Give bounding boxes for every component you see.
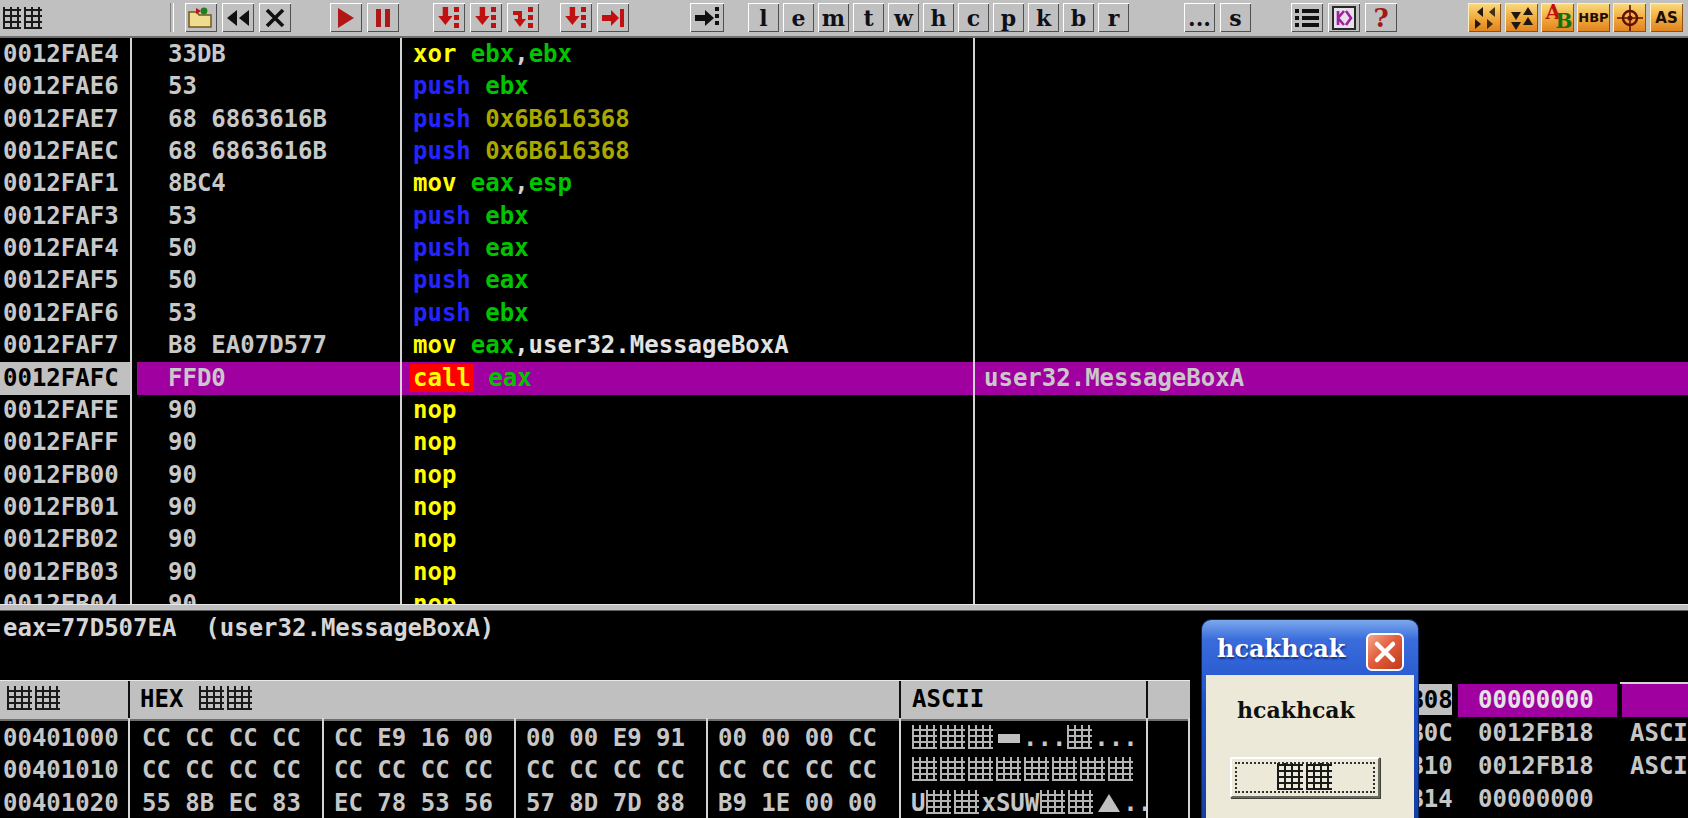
disasm-row[interactable]: 0012FAF353push ebx: [0, 200, 1688, 233]
column-separator[interactable]: [400, 38, 402, 604]
disasm-row[interactable]: 0012FB0490nop: [0, 588, 1688, 604]
jump-arrows-icon[interactable]: [1505, 3, 1538, 32]
disasm-row[interactable]: 0012FB0290nop: [0, 523, 1688, 556]
toolbar-separator: [170, 3, 174, 32]
disasm-row[interactable]: 0012FAF653push ebx: [0, 297, 1688, 330]
disassembly-pane[interactable]: 0012FAE433DBxor ebx,ebx0012FAE653push eb…: [0, 38, 1688, 604]
panel-button-b[interactable]: b: [1063, 3, 1094, 32]
panel-button-k[interactable]: k: [1028, 3, 1059, 32]
disasm-row[interactable]: 0012FAFE90nop: [0, 394, 1688, 427]
disasm-row[interactable]: 0012FB0090nop: [0, 459, 1688, 492]
panel-button-l[interactable]: l: [748, 3, 779, 32]
disasm-row[interactable]: 0012FAFF90nop: [0, 426, 1688, 459]
disasm-row[interactable]: 0012FAE653push ebx: [0, 70, 1688, 103]
open-file-icon[interactable]: [185, 3, 217, 32]
panel-button-s[interactable]: s: [1220, 3, 1251, 32]
panel-button-r[interactable]: r: [1098, 3, 1129, 32]
dialog-message: hcakhcak: [1237, 697, 1355, 723]
pause-icon[interactable]: [367, 3, 399, 32]
disasm-row[interactable]: 0012FAE768 6863616Bpush 0x6B616368: [0, 103, 1688, 136]
stack-top-line: [1620, 682, 1688, 684]
ab-strings-icon[interactable]: AB: [1541, 3, 1574, 32]
trace-into-icon[interactable]: [507, 3, 539, 32]
hbp-icon[interactable]: HBP: [1577, 3, 1610, 32]
panel-button-m[interactable]: m: [818, 3, 849, 32]
pane-splitter[interactable]: [0, 604, 1688, 611]
execute-till-return-icon[interactable]: [597, 3, 629, 32]
step-over-icon[interactable]: [470, 3, 502, 32]
stack-row[interactable]: 0012FB0800000000: [0, 684, 1688, 717]
step-into-icon[interactable]: [433, 3, 465, 32]
close-icon[interactable]: [259, 3, 291, 32]
dialog-body: hcakhcak: [1206, 675, 1414, 818]
disasm-row[interactable]: 0012FAEC68 6863616Bpush 0x6B616368: [0, 135, 1688, 168]
windows-list-icon[interactable]: [1291, 3, 1323, 32]
go-to-icon[interactable]: [690, 3, 724, 32]
run-icon[interactable]: [330, 3, 362, 32]
as-icon[interactable]: AS: [1650, 3, 1683, 32]
disasm-row[interactable]: 0012FAF550push eax: [0, 264, 1688, 297]
patch-icon[interactable]: [1328, 3, 1360, 32]
disasm-row[interactable]: 0012FB0390nop: [0, 556, 1688, 589]
ok-button[interactable]: [1230, 757, 1380, 798]
dialog-title: hcakhcak: [1217, 634, 1345, 663]
breakpoint-target-icon[interactable]: [1613, 3, 1646, 32]
disasm-row[interactable]: 0012FAE433DBxor ebx,ebx: [0, 38, 1688, 71]
panel-button-p[interactable]: p: [993, 3, 1024, 32]
column-separator[interactable]: [973, 38, 975, 604]
focus-rect: [1235, 762, 1375, 793]
disasm-row[interactable]: 0012FAF18BC4mov eax,esp: [0, 167, 1688, 200]
disasm-row[interactable]: 0012FB0190nop: [0, 491, 1688, 524]
close-icon[interactable]: [1366, 633, 1404, 671]
panel-button-e[interactable]: e: [783, 3, 814, 32]
disasm-row[interactable]: 0012FAF7B8 EA07D577mov eax,user32.Messag…: [0, 329, 1688, 362]
ollydbg-window: lemtwhcpkbr...s? ABHBP AS 0012FAE433DBxor …: [0, 0, 1688, 818]
rewind-icon[interactable]: [222, 3, 254, 32]
panel-button-t[interactable]: t: [853, 3, 884, 32]
disasm-row[interactable]: 0012FAF450push eax: [0, 232, 1688, 265]
help-icon[interactable]: ?: [1365, 3, 1397, 32]
stack-row[interactable]: 0012FB1400000000: [0, 783, 1688, 816]
trace-over-icon[interactable]: [560, 3, 592, 32]
stack-row[interactable]: 0012FB0C0012FB18ASCII: [0, 717, 1688, 750]
toolbar: lemtwhcpkbr...s? ABHBP AS: [0, 0, 1688, 38]
panel-button-c[interactable]: c: [958, 3, 989, 32]
stack-row[interactable]: 0012FB100012FB18ASCII: [0, 750, 1688, 783]
panel-button-h[interactable]: h: [923, 3, 954, 32]
status-label: [2, 4, 44, 32]
panel-button-w[interactable]: w: [888, 3, 919, 32]
compare-icon[interactable]: [1468, 3, 1501, 32]
column-separator[interactable]: [130, 38, 132, 604]
disasm-row[interactable]: 0012FAFCFFD0call eaxuser32.MessageBoxA: [0, 362, 1688, 395]
panel-button-dotdotdot[interactable]: ...: [1184, 3, 1215, 32]
message-box: hcakhcak hcakhcak: [1202, 620, 1418, 818]
